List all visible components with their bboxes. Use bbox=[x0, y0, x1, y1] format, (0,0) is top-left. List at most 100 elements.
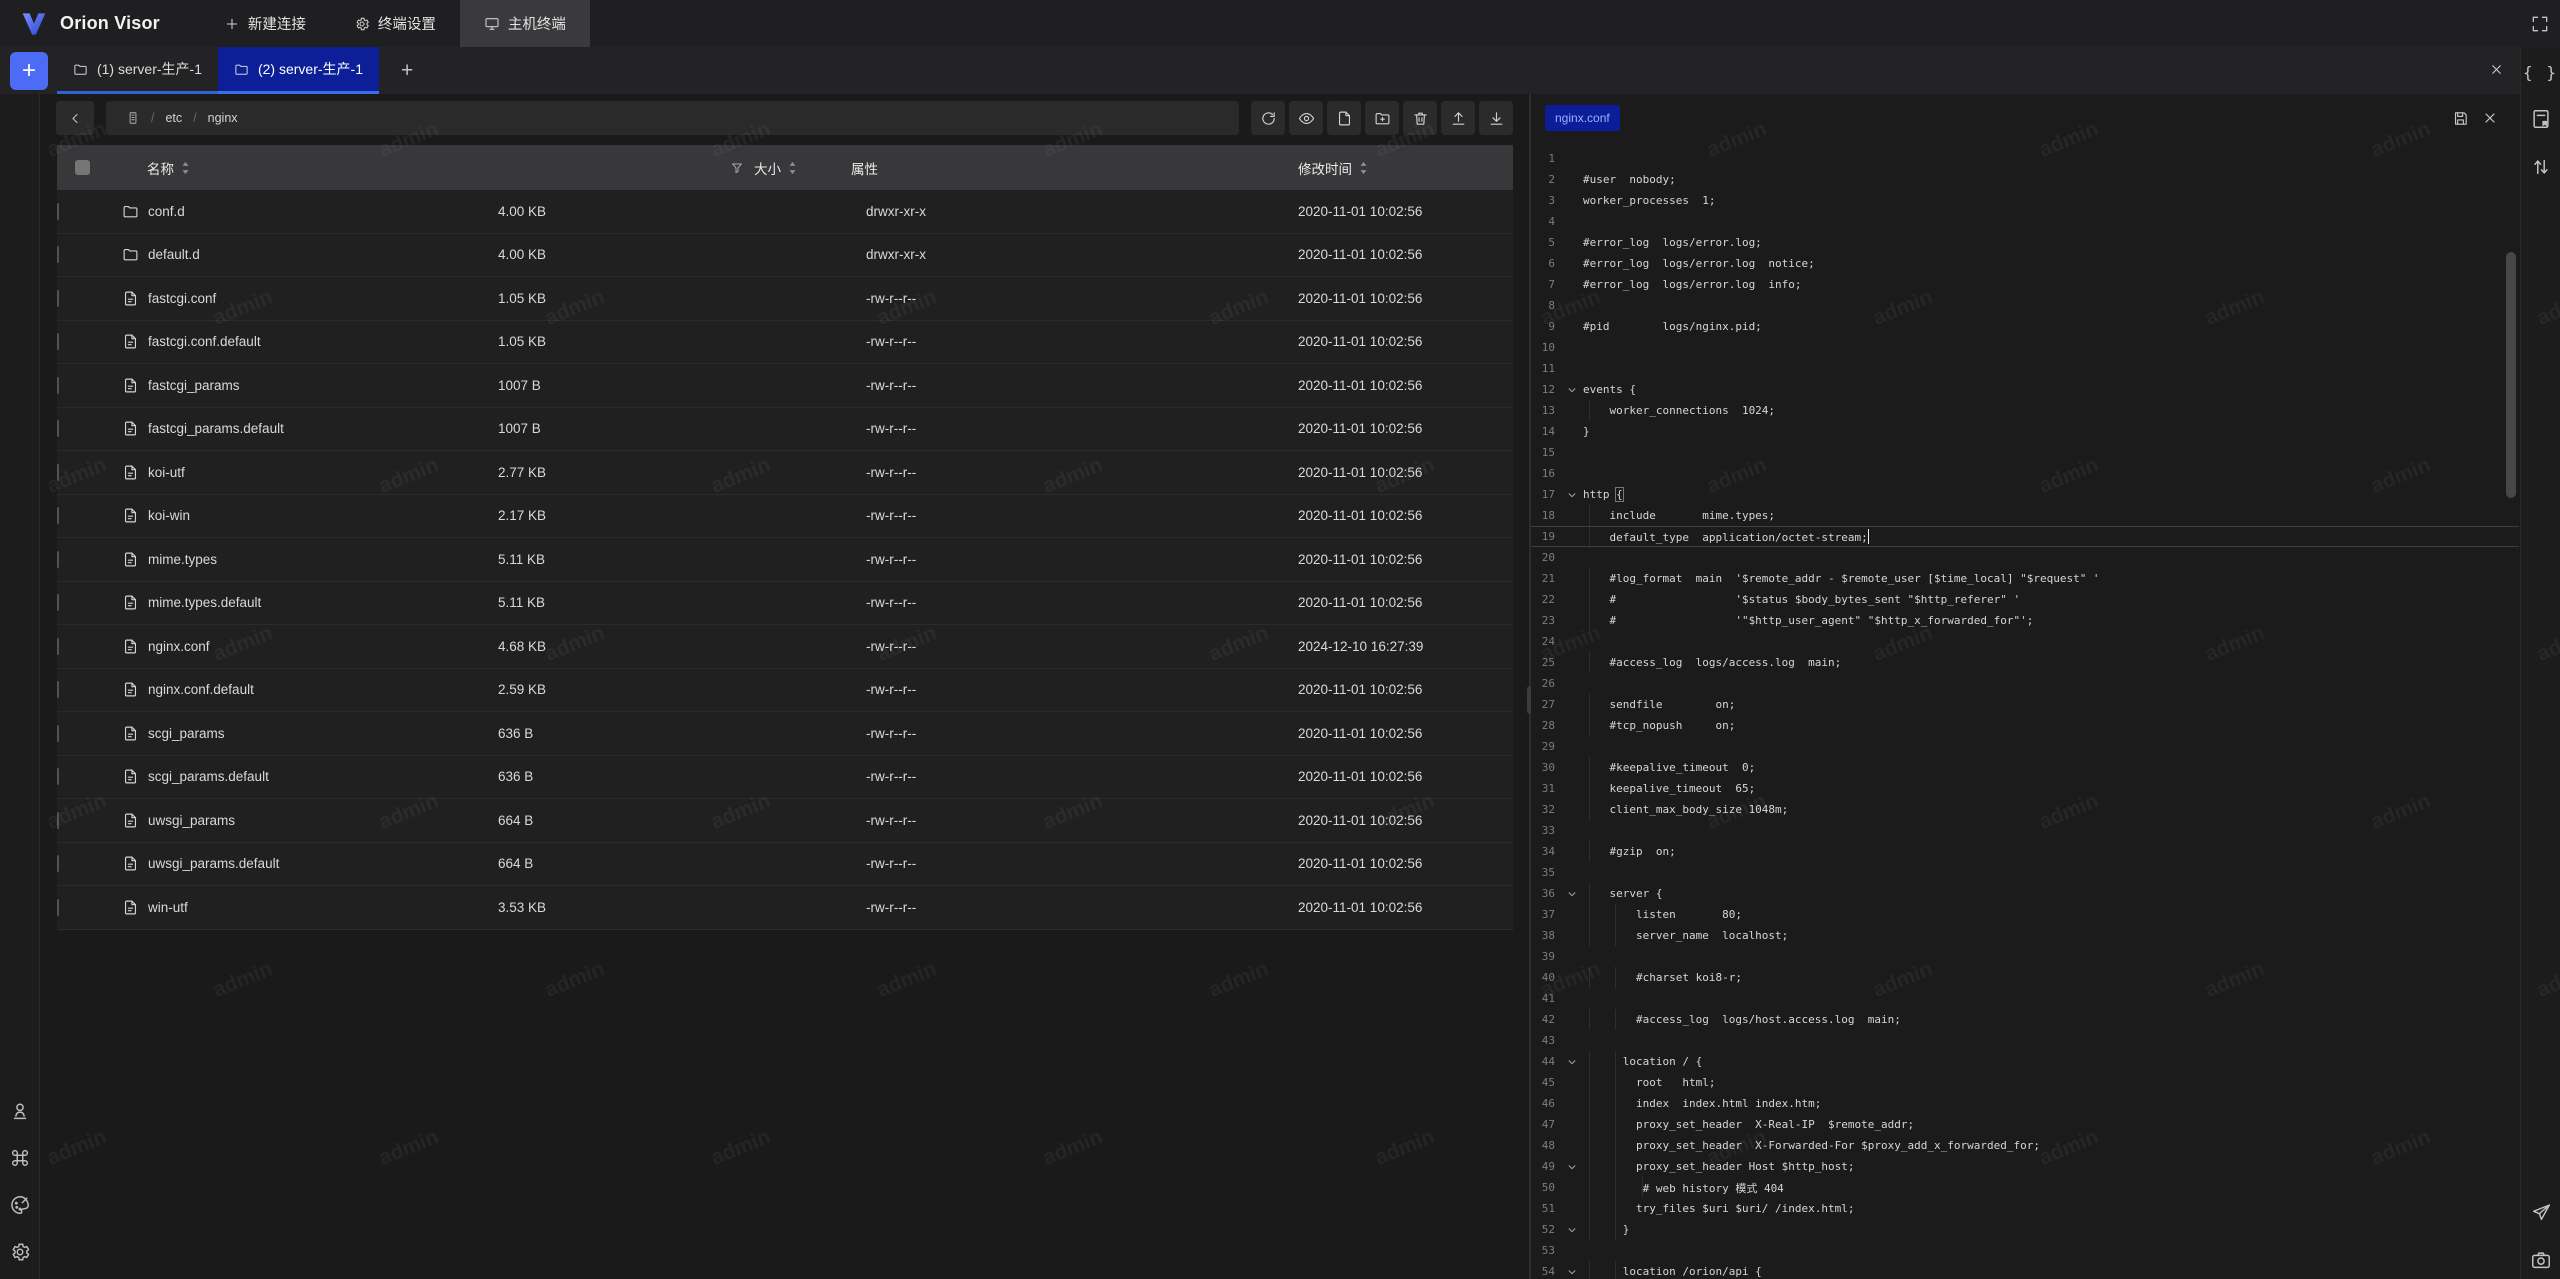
add-tab-button[interactable]: + bbox=[401, 60, 413, 81]
file-row[interactable]: koi-win2.17 KB-rw-r--r--2020-11-01 10:02… bbox=[57, 495, 1513, 539]
row-checkbox[interactable] bbox=[57, 290, 59, 307]
menu-host-terminal[interactable]: 主机终端 bbox=[460, 0, 590, 47]
file-name[interactable]: fastcgi.conf bbox=[148, 291, 216, 306]
file-name[interactable]: win-utf bbox=[148, 900, 188, 915]
row-checkbox[interactable] bbox=[57, 203, 59, 220]
breadcrumb-segment[interactable]: nginx bbox=[208, 111, 238, 125]
row-checkbox[interactable] bbox=[57, 464, 59, 481]
file-row[interactable]: conf.d4.00 KBdrwxr-xr-x2020-11-01 10:02:… bbox=[57, 190, 1513, 234]
new-file-button[interactable] bbox=[1327, 101, 1361, 135]
preview-button[interactable] bbox=[1289, 101, 1323, 135]
file-name[interactable]: fastcgi_params.default bbox=[148, 421, 284, 436]
palette-icon[interactable] bbox=[9, 1194, 31, 1216]
fold-chevron-icon[interactable] bbox=[1561, 1057, 1583, 1067]
download-button[interactable] bbox=[1479, 101, 1513, 135]
file-icon bbox=[122, 638, 139, 655]
file-name[interactable]: scgi_params bbox=[148, 726, 225, 741]
file-row[interactable]: mime.types.default5.11 KB-rw-r--r--2020-… bbox=[57, 582, 1513, 626]
fold-chevron-icon[interactable] bbox=[1561, 490, 1583, 500]
file-name[interactable]: default.d bbox=[148, 247, 200, 262]
file-row[interactable]: nginx.conf.default2.59 KB-rw-r--r--2020-… bbox=[57, 669, 1513, 713]
path-breadcrumb[interactable]: / etc / nginx bbox=[106, 101, 1239, 135]
file-name[interactable]: koi-win bbox=[148, 508, 190, 523]
menu-terminal-settings[interactable]: 终端设置 bbox=[330, 0, 460, 47]
file-bookmark-icon[interactable] bbox=[2530, 108, 2552, 130]
line-number: 29 bbox=[1531, 740, 1561, 753]
file-name[interactable]: koi-utf bbox=[148, 465, 185, 480]
fold-chevron-icon[interactable] bbox=[1561, 1162, 1583, 1172]
row-checkbox[interactable] bbox=[57, 377, 59, 394]
file-name[interactable]: mime.types bbox=[148, 552, 217, 567]
tab-session-1[interactable]: (1) server-生产-1 bbox=[57, 47, 218, 94]
file-name[interactable]: nginx.conf bbox=[148, 639, 210, 654]
swap-vertical-icon[interactable] bbox=[2530, 156, 2552, 178]
camera-icon[interactable] bbox=[2530, 1249, 2552, 1271]
fold-chevron-icon[interactable] bbox=[1561, 385, 1583, 395]
new-folder-button[interactable] bbox=[1365, 101, 1399, 135]
sort-mtime-icon[interactable] bbox=[1358, 161, 1369, 175]
row-checkbox[interactable] bbox=[57, 812, 59, 829]
sort-name-icon[interactable] bbox=[180, 161, 191, 175]
row-checkbox[interactable] bbox=[57, 725, 59, 742]
row-checkbox[interactable] bbox=[57, 855, 59, 872]
braces-icon[interactable]: { } bbox=[2523, 63, 2558, 82]
file-row[interactable]: scgi_params.default636 B-rw-r--r--2020-1… bbox=[57, 756, 1513, 800]
refresh-button[interactable] bbox=[1251, 101, 1285, 135]
file-name[interactable]: uwsgi_params.default bbox=[148, 856, 279, 871]
row-checkbox[interactable] bbox=[57, 681, 59, 698]
file-attrs: -rw-r--r-- bbox=[815, 552, 1255, 567]
file-name[interactable]: fastcgi.conf.default bbox=[148, 334, 261, 349]
row-checkbox[interactable] bbox=[57, 551, 59, 568]
file-name[interactable]: fastcgi_params bbox=[148, 378, 240, 393]
row-checkbox[interactable] bbox=[57, 246, 59, 263]
editor-scrollbar[interactable] bbox=[2506, 252, 2516, 498]
file-row[interactable]: nginx.conf4.68 KB-rw-r--r--2024-12-10 16… bbox=[57, 625, 1513, 669]
file-name[interactable]: uwsgi_params bbox=[148, 813, 235, 828]
row-checkbox[interactable] bbox=[57, 420, 59, 437]
file-row[interactable]: fastcgi.conf1.05 KB-rw-r--r--2020-11-01 … bbox=[57, 277, 1513, 321]
file-row[interactable]: mime.types5.11 KB-rw-r--r--2020-11-01 10… bbox=[57, 538, 1513, 582]
send-icon[interactable] bbox=[2530, 1201, 2552, 1223]
tab-session-2[interactable]: (2) server-生产-1 bbox=[218, 47, 379, 94]
editor-file-tab[interactable]: nginx.conf bbox=[1545, 105, 1620, 131]
close-panel-icon[interactable] bbox=[2489, 62, 2504, 80]
file-row[interactable]: fastcgi_params.default1007 B-rw-r--r--20… bbox=[57, 408, 1513, 452]
breadcrumb-segment[interactable]: etc bbox=[165, 111, 182, 125]
row-checkbox[interactable] bbox=[57, 333, 59, 350]
fold-chevron-icon[interactable] bbox=[1561, 889, 1583, 899]
delete-button[interactable] bbox=[1403, 101, 1437, 135]
code-editor[interactable]: 12#user nobody;3worker_processes 1;45#er… bbox=[1531, 142, 2519, 1279]
file-row[interactable]: koi-utf2.77 KB-rw-r--r--2020-11-01 10:02… bbox=[57, 451, 1513, 495]
row-checkbox[interactable] bbox=[57, 638, 59, 655]
command-icon[interactable] bbox=[9, 1147, 31, 1169]
file-row[interactable]: win-utf3.53 KB-rw-r--r--2020-11-01 10:02… bbox=[57, 886, 1513, 930]
menu-new-connection[interactable]: 新建连接 bbox=[200, 0, 330, 47]
settings-gear-icon[interactable] bbox=[9, 1241, 31, 1263]
file-row[interactable]: uwsgi_params664 B-rw-r--r--2020-11-01 10… bbox=[57, 799, 1513, 843]
row-checkbox[interactable] bbox=[57, 594, 59, 611]
save-button[interactable] bbox=[2445, 103, 2475, 133]
file-row[interactable]: fastcgi_params1007 B-rw-r--r--2020-11-01… bbox=[57, 364, 1513, 408]
close-editor-button[interactable] bbox=[2475, 103, 2505, 133]
new-session-button[interactable]: + bbox=[10, 52, 48, 90]
user-icon[interactable] bbox=[9, 1100, 31, 1122]
fullscreen-icon[interactable] bbox=[2530, 14, 2550, 34]
back-button[interactable] bbox=[56, 101, 94, 135]
sort-size-icon[interactable] bbox=[787, 161, 798, 175]
row-checkbox[interactable] bbox=[57, 899, 59, 916]
fold-chevron-icon[interactable] bbox=[1561, 1267, 1583, 1277]
row-checkbox[interactable] bbox=[57, 507, 59, 524]
file-row[interactable]: scgi_params636 B-rw-r--r--2020-11-01 10:… bbox=[57, 712, 1513, 756]
file-name[interactable]: scgi_params.default bbox=[148, 769, 269, 784]
upload-button[interactable] bbox=[1441, 101, 1475, 135]
select-all-checkbox[interactable] bbox=[75, 160, 90, 175]
file-row[interactable]: fastcgi.conf.default1.05 KB-rw-r--r--202… bbox=[57, 321, 1513, 365]
file-row[interactable]: default.d4.00 KBdrwxr-xr-x2020-11-01 10:… bbox=[57, 234, 1513, 278]
row-checkbox[interactable] bbox=[57, 768, 59, 785]
file-name[interactable]: mime.types.default bbox=[148, 595, 261, 610]
filter-icon[interactable] bbox=[730, 161, 744, 175]
file-row[interactable]: uwsgi_params.default664 B-rw-r--r--2020-… bbox=[57, 843, 1513, 887]
fold-chevron-icon[interactable] bbox=[1561, 1225, 1583, 1235]
file-name[interactable]: conf.d bbox=[148, 204, 185, 219]
file-name[interactable]: nginx.conf.default bbox=[148, 682, 254, 697]
